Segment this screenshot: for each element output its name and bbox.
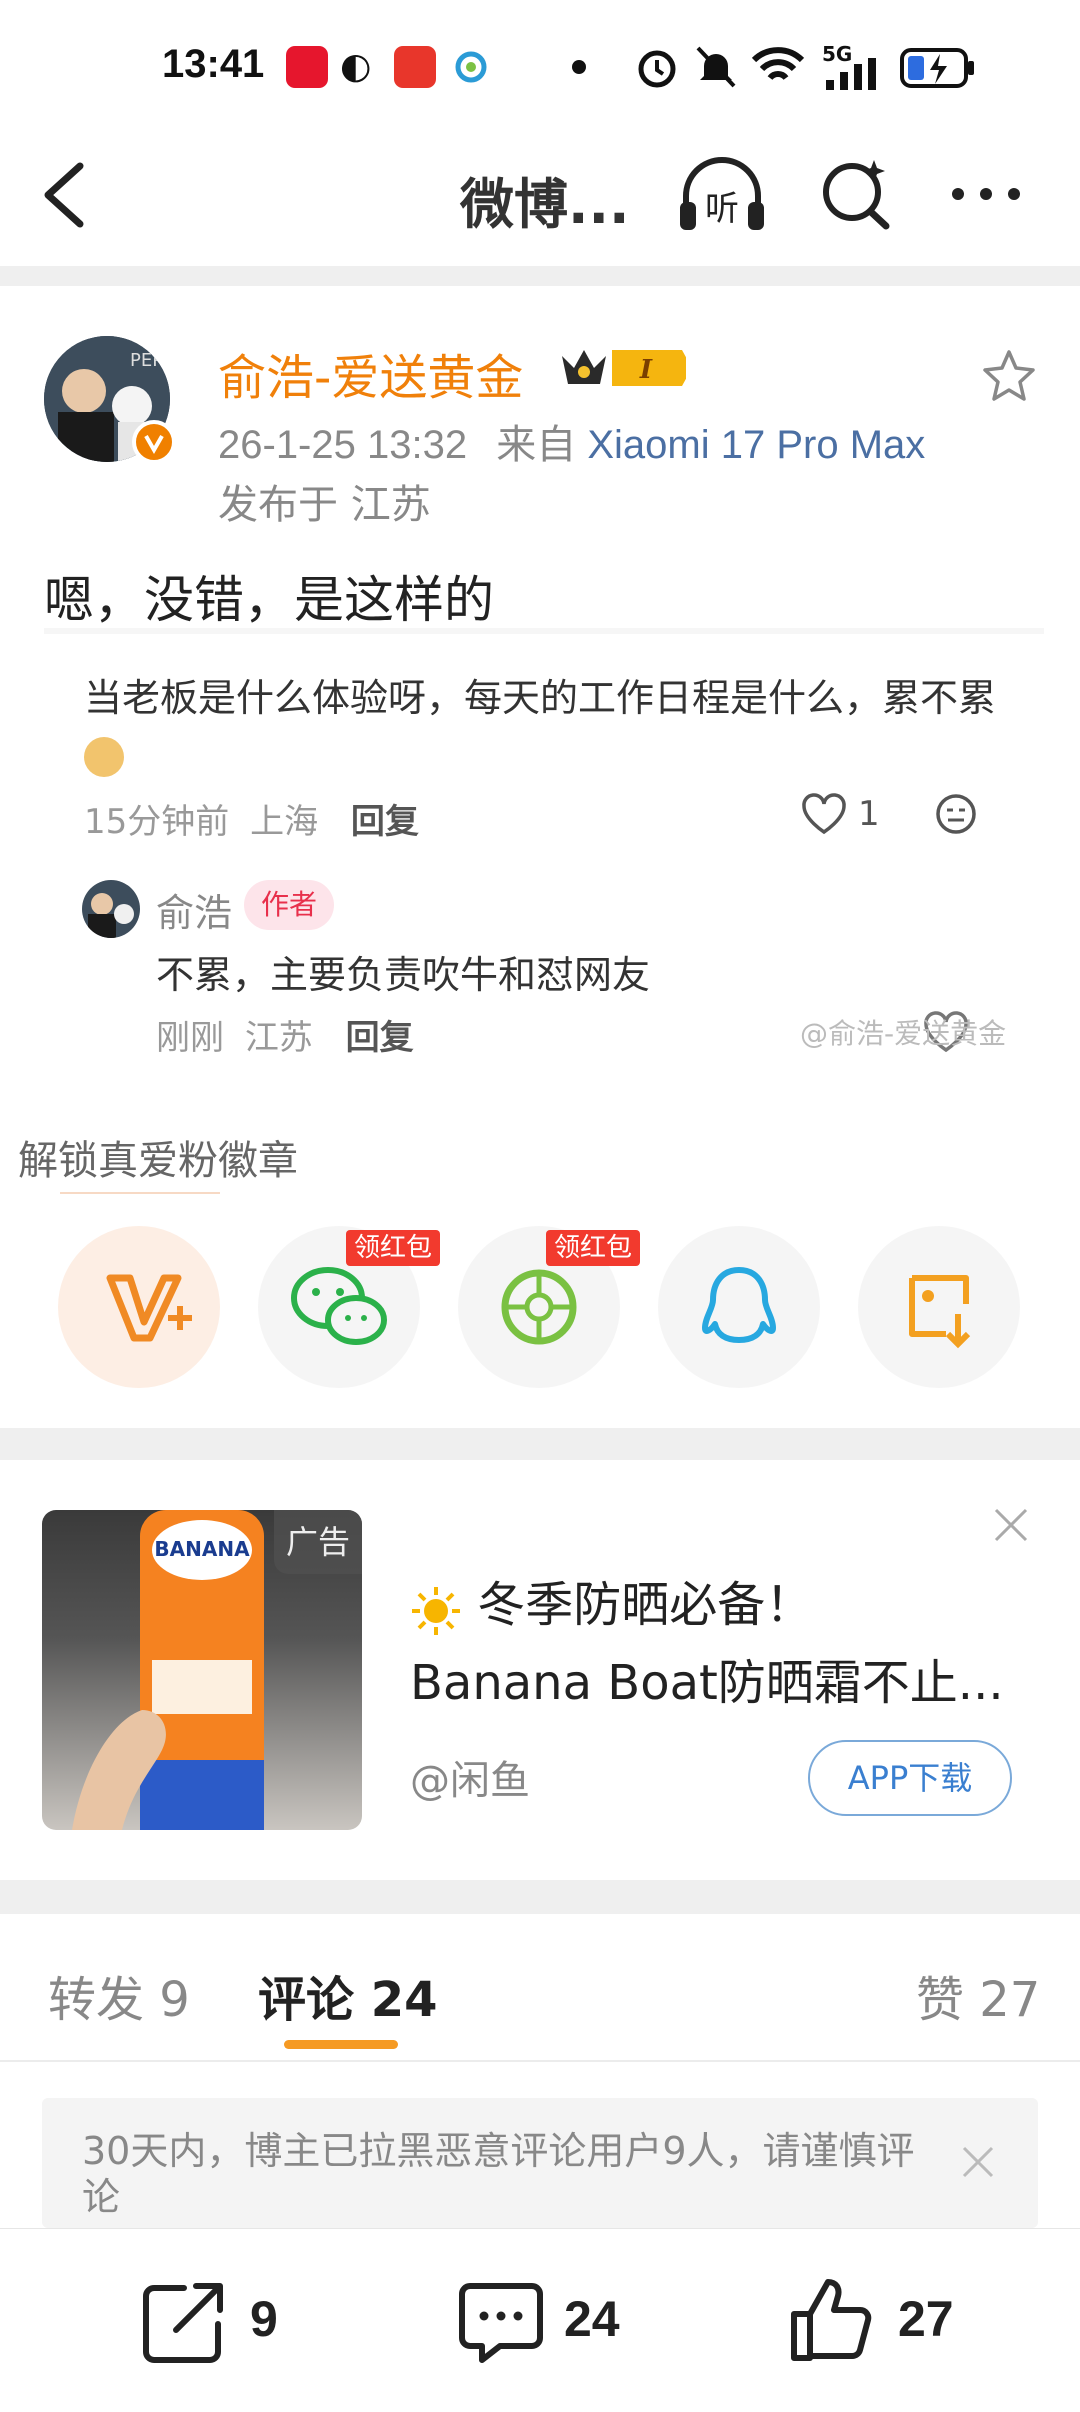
image-watermark: @俞浩-爱送黄金 bbox=[800, 1017, 1007, 1050]
app-notification-icon bbox=[286, 46, 328, 88]
quoted-like-count: 1 bbox=[858, 794, 880, 834]
reply-avatar[interactable] bbox=[82, 880, 140, 938]
share-qq-button[interactable] bbox=[658, 1226, 820, 1388]
like-button[interactable] bbox=[788, 2274, 878, 2368]
alarm-icon bbox=[634, 44, 680, 94]
source-prefix: 来自 bbox=[496, 423, 577, 467]
divider bbox=[0, 1428, 1080, 1460]
quote-edge bbox=[44, 628, 1044, 634]
reply-location: 江苏 bbox=[244, 1018, 313, 1058]
ad-image[interactable]: BANANA 广告 bbox=[42, 1510, 362, 1830]
more-button[interactable] bbox=[948, 182, 1028, 210]
tab-comment[interactable]: 评论 24 bbox=[258, 1960, 438, 2030]
emoji-icon bbox=[84, 736, 124, 777]
reply-reply-button[interactable]: 回复 bbox=[346, 1018, 414, 1058]
battery-icon bbox=[900, 48, 976, 92]
verified-badge-icon bbox=[132, 420, 176, 464]
member-level-label: I bbox=[639, 355, 653, 385]
svg-text:听: 听 bbox=[705, 189, 739, 229]
tabs-divider bbox=[0, 2060, 1080, 2062]
redpack-badge-wechat: 领红包 bbox=[346, 1230, 441, 1266]
repost-button[interactable] bbox=[140, 2280, 230, 2368]
post-username[interactable]: 俞浩-爱送黄金 bbox=[218, 338, 523, 408]
divider bbox=[0, 266, 1080, 286]
mobile-notification-icon bbox=[454, 46, 488, 88]
like-count: 27 bbox=[898, 2291, 954, 2347]
reply-username[interactable]: 俞浩 bbox=[156, 882, 232, 937]
mute-icon bbox=[694, 44, 738, 94]
repost-count: 9 bbox=[250, 2291, 278, 2347]
weibo-notification-icon: ◐ bbox=[340, 46, 372, 87]
quoted-comment-body: 当老板是什么体验呀，每天的工作日程是什么，累不累 bbox=[84, 676, 997, 720]
quoted-comment-time: 15分钟前 bbox=[84, 802, 230, 842]
ad-label: 广告 bbox=[274, 1510, 362, 1574]
search-button[interactable] bbox=[816, 154, 896, 238]
post-location: 发布于 江苏 bbox=[218, 482, 431, 528]
share-save-image-button[interactable] bbox=[858, 1226, 1020, 1388]
post-text: 嗯，没错，是这样的 bbox=[44, 571, 494, 629]
ad-download-button[interactable]: APP下载 bbox=[808, 1740, 1012, 1816]
tab-like[interactable]: 赞 27 bbox=[916, 1960, 1040, 2030]
svg-text:PEP: PEP bbox=[130, 350, 163, 371]
divider bbox=[0, 1880, 1080, 1914]
quoted-comment-meta: 15分钟前 上海 回复 bbox=[84, 794, 419, 843]
status-bar: 13:41 ◐ 5G bbox=[0, 0, 1080, 130]
sun-icon bbox=[410, 1582, 462, 1635]
post-timestamp: 26-1-25 13:32 bbox=[218, 423, 468, 467]
author-tag: 作者 bbox=[244, 880, 334, 930]
tab-active-indicator bbox=[284, 2040, 398, 2049]
tab-repost[interactable]: 转发 9 bbox=[48, 1960, 190, 2030]
ad-source: @闲鱼 bbox=[410, 1758, 530, 1804]
notice-close-button[interactable] bbox=[958, 2142, 998, 2186]
comment-button[interactable] bbox=[456, 2280, 546, 2368]
share-pointer bbox=[60, 1192, 220, 1194]
reply-time: 刚刚 bbox=[156, 1018, 224, 1058]
ad-title-line1: 冬季防晒必备！ bbox=[477, 1577, 814, 1633]
page-title: 微博... bbox=[460, 173, 630, 236]
status-time: 13:41 bbox=[162, 42, 265, 86]
comment-count: 24 bbox=[564, 2291, 620, 2347]
favorite-star-button[interactable] bbox=[980, 348, 1038, 408]
back-button[interactable] bbox=[40, 160, 90, 234]
quoted-comment-location: 上海 bbox=[250, 802, 319, 842]
wifi-icon bbox=[750, 44, 806, 92]
moderation-notice: 30天内，博主已拉黑恶意评论用户9人，请谨慎评论 bbox=[42, 2098, 1038, 2228]
ad-close-button[interactable] bbox=[990, 1504, 1032, 1550]
reply-meta: 刚刚 江苏 回复 bbox=[156, 1010, 414, 1059]
ad-title-line2: Banana Boat防晒霜不止... bbox=[410, 1655, 1004, 1711]
quoted-like-button[interactable] bbox=[800, 792, 848, 840]
svg-text:BANANA: BANANA bbox=[154, 1537, 250, 1561]
share-section-title: 解锁真爱粉徽章 bbox=[18, 1138, 298, 1184]
listen-button[interactable]: 听 bbox=[676, 152, 768, 242]
post-device[interactable]: Xiaomi 17 Pro Max bbox=[587, 423, 925, 467]
notice-text: 30天内，博主已拉黑恶意评论用户9人，请谨慎评论 bbox=[82, 2129, 915, 2219]
reply-text: 不累，主要负责吹牛和怼网友 bbox=[156, 953, 651, 997]
toutiao-notification-icon bbox=[394, 46, 436, 88]
member-crown-icon: I bbox=[556, 340, 692, 398]
post-meta: 26-1-25 13:32 来自 Xiaomi 17 Pro Max bbox=[218, 412, 925, 470]
share-weibo-fan-button[interactable] bbox=[58, 1226, 220, 1388]
dot-icon bbox=[572, 60, 586, 74]
quoted-comment-text: 当老板是什么体验呀，每天的工作日程是什么，累不累 bbox=[84, 670, 1004, 782]
quoted-reply-button[interactable]: 回复 bbox=[351, 802, 419, 842]
redpack-badge-moments: 领红包 bbox=[546, 1230, 641, 1266]
signal-icon bbox=[826, 58, 882, 94]
ad-title[interactable]: 冬季防晒必备！ Banana Boat防晒霜不止... bbox=[410, 1566, 1010, 1722]
emoji-reaction-icon[interactable] bbox=[934, 792, 978, 840]
